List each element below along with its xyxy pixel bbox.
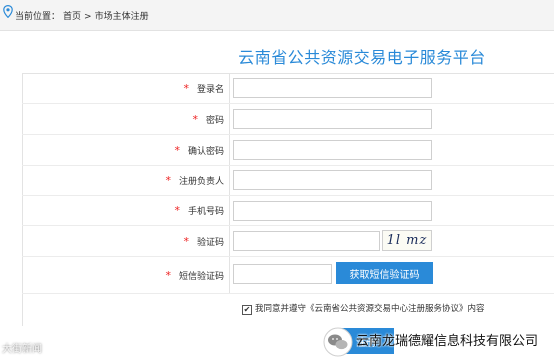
required-marker: * [192, 113, 198, 126]
label-captcha: 验证码 [196, 238, 224, 248]
label-sms-code: 短信验证码 [178, 272, 224, 282]
field-label: * 登录名 [183, 82, 224, 95]
breadcrumb-home-link[interactable]: 首页 [63, 12, 81, 22]
password-input[interactable] [233, 109, 432, 129]
agree-checkbox[interactable]: ✔ [242, 305, 252, 315]
field-label: * 手机号码 [174, 204, 224, 217]
required-marker: * [165, 269, 171, 282]
company-watermark: 云南龙瑞德耀信息科技有限公司 [356, 334, 539, 349]
label-responsible-person: 注册负责人 [178, 177, 224, 187]
field-label: * 注册负责人 [165, 174, 224, 187]
field-label: * 短信验证码 [165, 269, 224, 282]
mobile-input[interactable] [233, 201, 432, 221]
sms-code-input[interactable] [233, 264, 332, 284]
wechat-icon [323, 327, 353, 361]
breadcrumb: 当前位置： 首页 > 市场主体注册 [15, 9, 152, 22]
label-login-name: 登录名 [196, 85, 224, 95]
agreement-text[interactable]: 我同意并遵守《云南省公共资源交易中心注册服务协议》内容 [255, 304, 485, 314]
confirm-password-input[interactable] [233, 140, 432, 160]
responsible-person-input[interactable] [233, 170, 432, 190]
breadcrumb-current: 市场主体注册 [94, 12, 149, 22]
required-marker: * [183, 82, 189, 95]
get-sms-code-button[interactable]: 获取短信验证码 [336, 262, 433, 284]
label-mobile: 手机号码 [187, 207, 224, 217]
required-marker: * [174, 204, 180, 217]
required-marker: * [174, 144, 180, 157]
field-label: * 确认密码 [174, 144, 224, 157]
captcha-image[interactable]: 1l mz [382, 230, 432, 251]
login-name-input[interactable] [233, 78, 432, 98]
breadcrumb-prefix: 当前位置： [15, 12, 61, 22]
watermark-text: 大街新闻 [2, 344, 42, 355]
field-label: * 密码 [192, 113, 224, 126]
required-marker: * [165, 174, 171, 187]
field-label: * 验证码 [183, 235, 224, 248]
required-marker: * [183, 235, 189, 248]
breadcrumb-bar: 当前位置： 首页 > 市场主体注册 [0, 0, 554, 31]
label-confirm-password: 确认密码 [187, 147, 224, 157]
location-pin-icon [3, 4, 13, 21]
captcha-input[interactable] [233, 231, 380, 251]
breadcrumb-separator: > [84, 12, 92, 22]
label-password: 密码 [205, 116, 224, 126]
page-title: 云南省公共资源交易电子服务平台 [238, 48, 486, 67]
agreement-row: ✔ 我同意并遵守《云南省公共资源交易中心注册服务协议》内容 [242, 302, 485, 315]
